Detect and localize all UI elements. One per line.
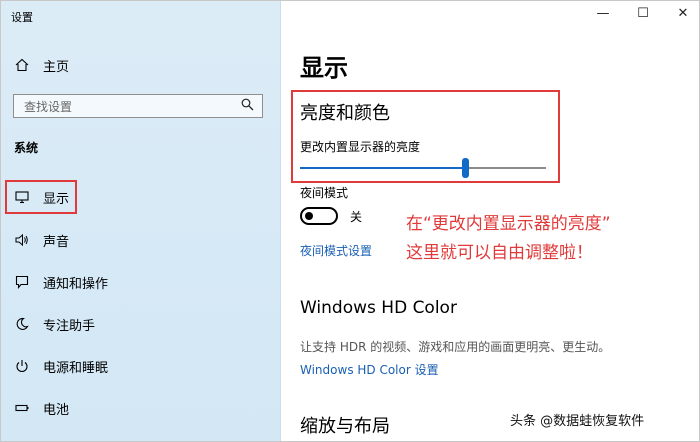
- page-title: 显示: [300, 54, 348, 82]
- app-title: 设置: [11, 11, 33, 24]
- moon-icon: [15, 317, 29, 331]
- scale-layout-heading: 缩放与布局: [300, 416, 390, 437]
- sidebar-item-label: 主页: [43, 59, 70, 75]
- night-mode-toggle[interactable]: [300, 207, 338, 225]
- battery-icon: [15, 401, 29, 415]
- night-mode-state: 关: [350, 210, 363, 224]
- maximize-button[interactable]: ☐: [636, 6, 650, 21]
- window-controls: — ☐ ✕: [596, 6, 690, 21]
- speaker-icon: [15, 233, 29, 247]
- section-label-system: 系统: [14, 141, 39, 155]
- search-input[interactable]: 查找设置: [13, 94, 263, 118]
- sidebar-item-label: 通知和操作: [43, 276, 109, 292]
- sidebar: 设置 主页 查找设置 系统 显示 声音 通知和操作 专注助手 电源和睡眠 电池: [1, 1, 281, 441]
- sidebar-item-sound[interactable]: 声音: [15, 227, 69, 253]
- sidebar-item-power-sleep[interactable]: 电源和睡眠: [15, 353, 108, 379]
- night-mode-label: 夜间模式: [300, 186, 349, 200]
- hdr-settings-link[interactable]: Windows HD Color 设置: [300, 361, 439, 378]
- sidebar-item-label: 电池: [43, 402, 70, 418]
- sidebar-item-battery[interactable]: 电池: [15, 395, 69, 421]
- close-button[interactable]: ✕: [676, 6, 690, 21]
- watermark: 头条 @数据蛙恢复软件: [510, 414, 645, 429]
- sidebar-item-notifications[interactable]: 通知和操作: [15, 269, 108, 295]
- annotation-text: 在“更改内置显示器的亮度” 这里就可以自由调整啦！: [406, 210, 611, 268]
- search-placeholder: 查找设置: [24, 99, 73, 114]
- minimize-button[interactable]: —: [596, 6, 610, 21]
- annotation-line: 在“更改内置显示器的亮度”: [406, 214, 611, 234]
- hdr-description: 让支持 HDR 的视频、游戏和应用的画面更明亮、更生动。: [300, 340, 611, 354]
- sidebar-item-label: 电源和睡眠: [43, 360, 109, 376]
- night-mode-settings-link[interactable]: 夜间模式设置: [300, 242, 372, 259]
- highlight-box-display: [5, 180, 77, 214]
- annotation-line: 这里就可以自由调整啦！: [406, 243, 593, 263]
- notification-icon: [15, 275, 29, 289]
- home-icon: [15, 58, 29, 72]
- search-icon: [241, 98, 254, 114]
- sidebar-item-label: 声音: [43, 234, 70, 250]
- sidebar-item-label: 专注助手: [43, 318, 96, 334]
- sidebar-item-home[interactable]: 主页: [15, 52, 69, 78]
- sidebar-item-focus-assist[interactable]: 专注助手: [15, 311, 95, 337]
- highlight-box-brightness: [291, 90, 560, 183]
- hdr-section-heading: Windows HD Color: [300, 298, 457, 318]
- power-icon: [15, 359, 29, 373]
